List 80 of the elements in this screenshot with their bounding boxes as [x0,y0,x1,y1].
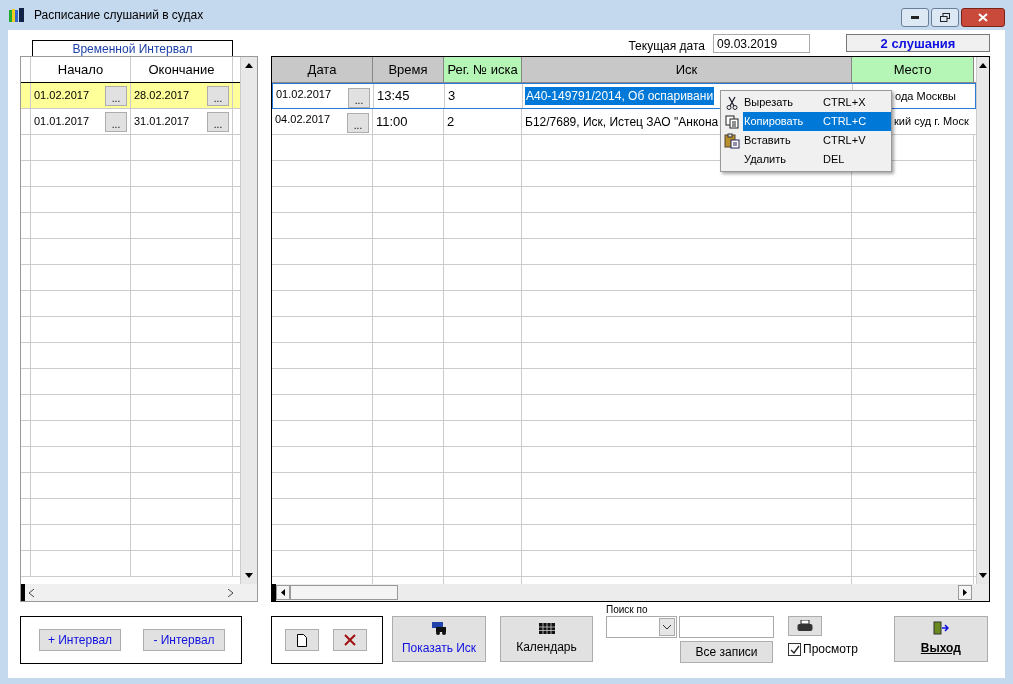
table-cell-text: 11:00 [376,112,408,131]
table-cell-text: ода Москвы [895,88,956,104]
table-cell-text: 31.01.2017 [134,114,190,130]
books-icon [8,7,26,23]
scroll-left-icon[interactable] [29,588,34,597]
all-records-button[interactable]: Все записи [680,641,773,663]
table-cell-text: 2 [447,112,455,131]
new-record-button[interactable] [285,629,319,651]
table-cell: А40-149791/2014, Об оспаривани [525,87,715,105]
scroll-right-icon[interactable] [228,588,233,597]
print-button[interactable] [788,616,822,636]
close-button[interactable] [961,8,1005,27]
table-cell-text: 28.02.2017 [134,88,190,104]
document-icon [297,633,307,647]
close-icon [978,13,988,22]
column-header[interactable]: Иск [522,57,852,82]
column-header[interactable]: Место [852,57,974,82]
scroll-down-icon[interactable] [979,573,987,578]
table-cell-text: Б12/7689, Иск, Истец ЗАО "Анкона [524,113,720,131]
exit-button[interactable]: Выход [893,616,988,662]
table-cell-text: 01.01.2017 [34,114,90,130]
interval-button[interactable]: + Интервал [39,629,121,651]
calendar-icon [538,622,555,634]
menu-item[interactable]: Вырезать CTRL+X [721,93,891,112]
hearing-count: 2 слушания [846,34,990,52]
table-cell-text: 3 [448,87,456,106]
printer-icon [797,620,813,632]
table-cell-text: 13:45 [377,87,410,106]
column-header[interactable]: Время [373,57,444,82]
show-claim-button[interactable]: Показать Иск [392,616,486,662]
date-picker-button[interactable]: ... [207,85,229,106]
search-label: Поиск по [606,604,649,616]
menu-item[interactable]: Копировать CTRL+C [721,112,891,131]
scissors-icon [725,95,739,110]
delete-icon [344,634,356,646]
scroll-right-icon[interactable] [963,589,967,596]
preview-checkbox[interactable] [788,642,801,656]
date-picker-button[interactable]: ... [105,85,127,106]
table-cell-text: 01.02.2017 [276,87,332,102]
minimize-icon [911,16,919,19]
table-cell-text: кий суд г. Моск [894,114,969,130]
interval-button[interactable]: - Интервал [143,629,225,651]
date-picker-button[interactable]: ... [348,88,370,108]
column-header[interactable]: Начало [31,57,131,82]
search-field-dropdown[interactable] [606,616,677,638]
scroll-down-icon[interactable] [245,573,253,578]
vertical-scrollbar[interactable] [976,57,989,584]
date-picker-button[interactable]: ... [207,111,229,132]
interval-row[interactable]: 01.02.2017 ... 28.02.2017 ... [21,83,240,109]
delete-record-button[interactable] [333,629,367,651]
menu-item[interactable]: Удалить DEL [721,150,891,169]
copy-icon [725,114,739,129]
interval-row[interactable]: 01.01.2017 ... 31.01.2017 ... [21,109,240,135]
scroll-up-icon[interactable] [245,63,253,68]
table-cell-text: 04.02.2017 [275,112,331,127]
horizontal-scrollbar[interactable] [21,584,257,601]
vertical-scrollbar[interactable] [240,57,257,584]
interval-tab[interactable]: Временной Интервал [32,40,233,56]
checkmark-icon [789,644,800,654]
column-header[interactable]: Окончание [131,57,233,82]
current-date-label: Текущая дата [628,38,705,55]
clipboard-icon [724,132,740,149]
date-picker-button[interactable]: ... [105,111,127,132]
scroll-up-icon[interactable] [979,63,987,68]
date-picker-button[interactable]: ... [347,113,369,133]
restore-button[interactable] [931,8,959,27]
window-title: Расписание слушаний в судах [34,7,204,24]
table-cell-text: 01.02.2017 [34,88,90,104]
search-input[interactable] [679,616,774,638]
restore-icon [940,13,950,22]
preview-label: Просмотр [803,641,858,658]
current-date-field[interactable]: 09.03.2019 [713,34,810,53]
minimize-button[interactable] [901,8,929,27]
scroll-left-icon[interactable] [281,589,285,596]
horizontal-scrollbar[interactable] [272,584,989,601]
exit-door-icon [932,621,949,635]
calendar-button[interactable]: Календарь [500,616,593,662]
chevron-down-icon [663,624,671,630]
column-header[interactable]: Дата [272,57,373,82]
column-header[interactable]: Рег. № иска [444,57,522,82]
